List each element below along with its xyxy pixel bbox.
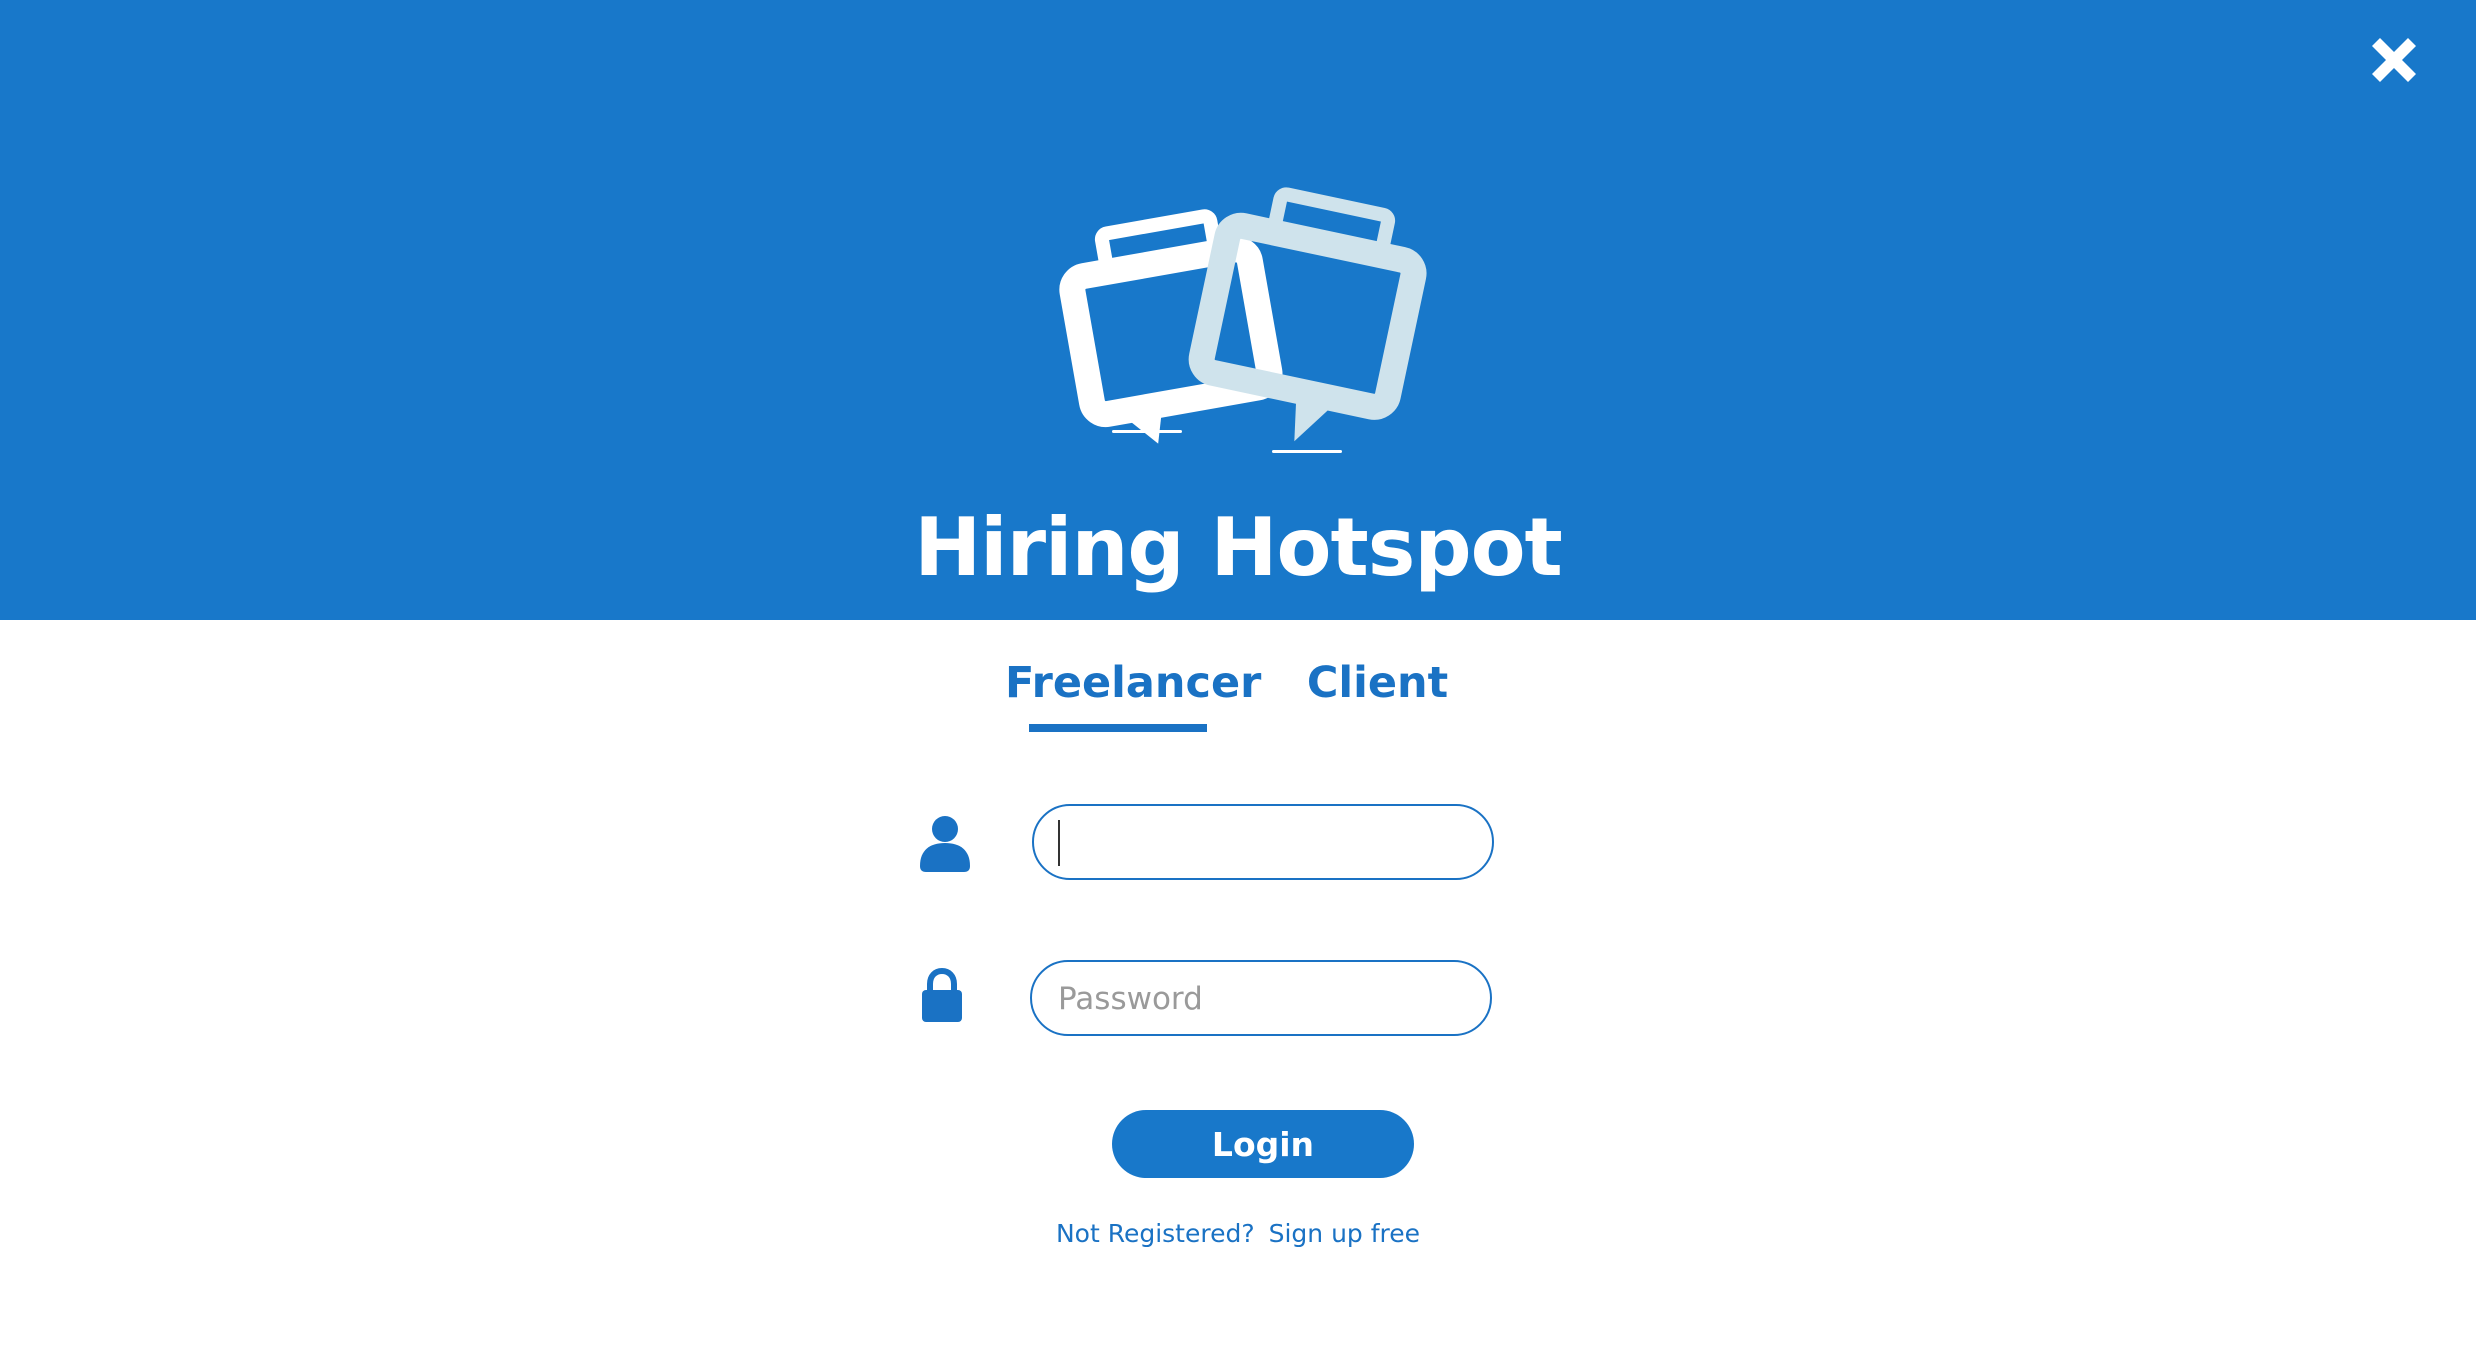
username-input[interactable] bbox=[1058, 814, 1472, 872]
login-button[interactable]: Login bbox=[1112, 1110, 1414, 1178]
tab-client[interactable]: Client bbox=[1300, 648, 1455, 738]
active-tab-indicator bbox=[1029, 724, 1207, 732]
app-title: Hiring Hotspot bbox=[914, 501, 1563, 594]
close-icon[interactable] bbox=[2362, 28, 2426, 92]
account-type-tabs: Freelancer Client bbox=[0, 648, 2476, 748]
password-input[interactable] bbox=[1056, 970, 1470, 1028]
user-icon bbox=[920, 816, 970, 872]
not-registered-text: Not Registered? bbox=[1055, 1219, 1255, 1248]
username-field[interactable] bbox=[1032, 804, 1494, 880]
text-caret bbox=[1058, 820, 1060, 866]
sign-up-link[interactable]: Sign up free bbox=[1269, 1219, 1420, 1248]
password-field[interactable] bbox=[1030, 960, 1492, 1036]
lock-icon bbox=[922, 968, 962, 1022]
header-banner: Hiring Hotspot bbox=[0, 0, 2476, 620]
chat-briefcase-logo bbox=[1059, 187, 1427, 453]
register-prompt-row: Not Registered? Sign up free bbox=[0, 1214, 2476, 1254]
